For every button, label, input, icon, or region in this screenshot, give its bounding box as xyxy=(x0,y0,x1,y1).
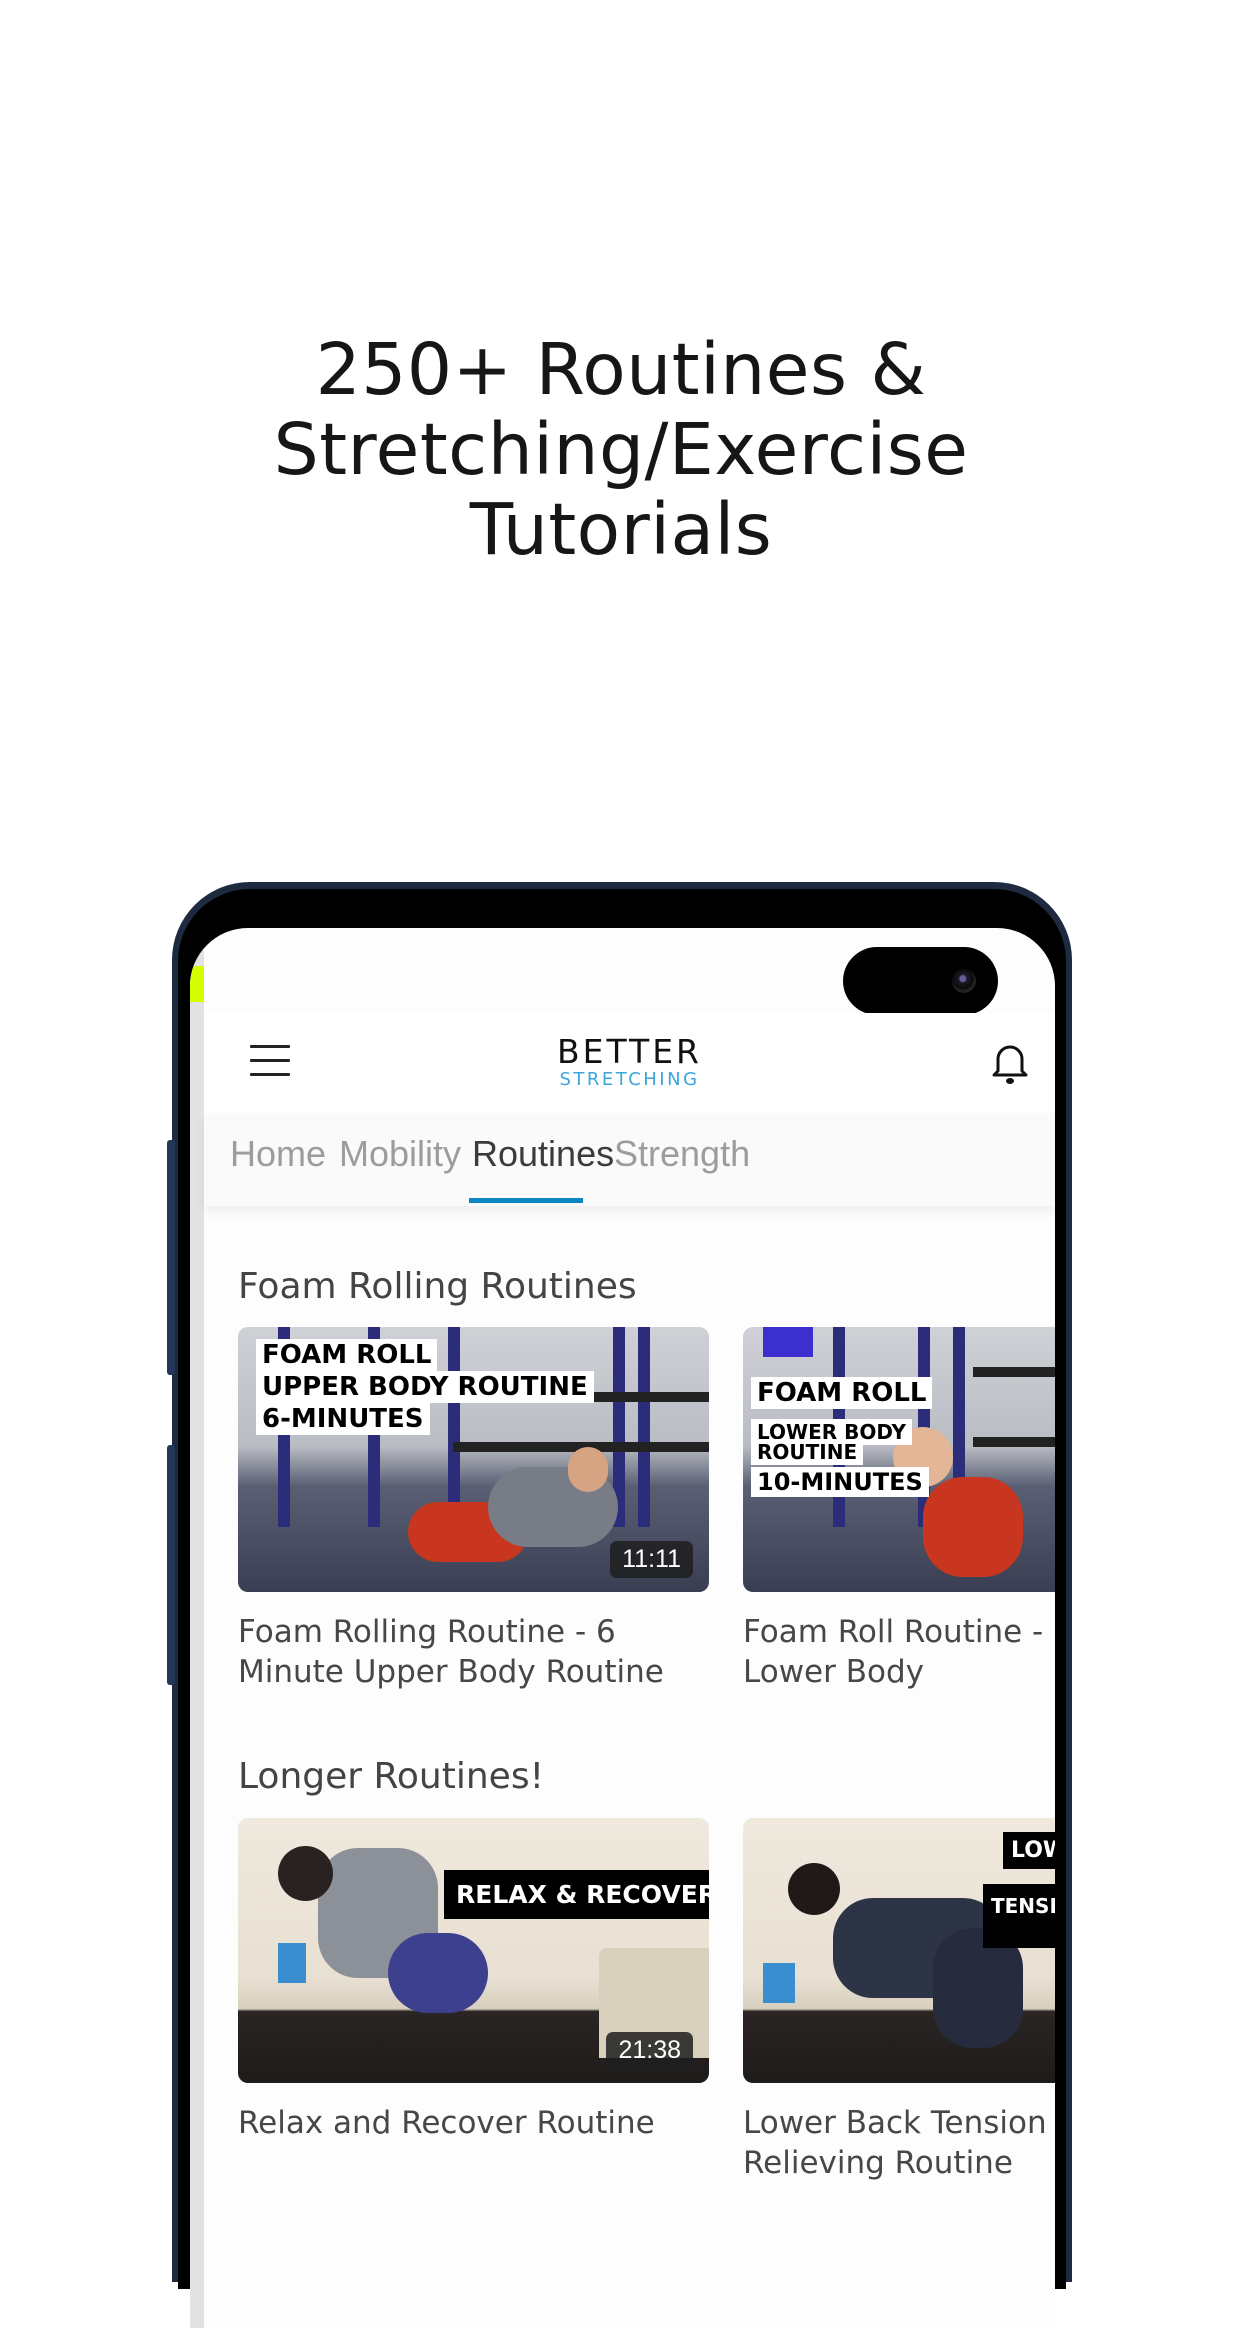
video-thumbnail[interactable]: RELAX & RECOVER 21:38 xyxy=(238,1818,709,2083)
camera-lens-icon xyxy=(952,969,976,993)
video-title: Foam Roll Routine - ( Lower Body xyxy=(743,1612,1055,1692)
headline-line-3: Tutorials xyxy=(469,488,773,571)
video-duration: 11:11 xyxy=(610,1541,693,1578)
thumbnail-caption: FOAM ROLL xyxy=(256,1339,438,1371)
video-thumbnail[interactable]: LOWE TENSIO xyxy=(743,1818,1055,2083)
video-title-line: Lower Body xyxy=(743,1654,924,1690)
video-title-line: Foam Rolling Routine - 6 xyxy=(238,1614,616,1650)
tab-routines[interactable]: Routines xyxy=(472,1133,614,1175)
video-duration: 21:38 xyxy=(606,2032,693,2069)
tab-mobility[interactable]: Mobility xyxy=(339,1133,461,1175)
headline-line-2: Stretching/Exercise xyxy=(273,408,969,491)
video-thumbnail[interactable]: FOAM ROLL UPPER BODY ROUTINE 6-MINUTES 1… xyxy=(238,1327,709,1592)
tab-strength[interactable]: Strength xyxy=(614,1133,750,1175)
video-title-line: Relax and Recover Routine xyxy=(238,2105,655,2141)
thumbnail-caption: RELAX & RECOVER xyxy=(444,1870,709,1919)
phone-side-button xyxy=(167,1445,175,1685)
thumbnail-caption: ROUTINE xyxy=(751,1439,864,1465)
active-tab-indicator xyxy=(469,1198,583,1203)
section-title: Foam Rolling Routines xyxy=(238,1266,637,1307)
video-title-line: Foam Roll Routine - ( xyxy=(743,1614,1055,1650)
promo-headline: 250+ Routines & Stretching/Exercise Tuto… xyxy=(0,330,1242,570)
tab-bar: Home Mobility Routines Strength xyxy=(204,1113,1055,1206)
tab-home[interactable]: Home xyxy=(230,1133,326,1175)
accent-corner xyxy=(190,966,204,1002)
app-header: BETTER STRETCHING xyxy=(204,1013,1055,1113)
phone-screen: BETTER STRETCHING Home Mobility Routines… xyxy=(190,928,1055,2328)
phone-right-frame xyxy=(1066,960,1072,2260)
app-logo: BETTER STRETCHING xyxy=(204,1035,1055,1091)
video-title-line: Relieving Routine xyxy=(743,2145,1013,2181)
thumbnail-caption: UPPER BODY ROUTINE xyxy=(256,1371,594,1403)
video-title: Relax and Recover Routine xyxy=(238,2103,709,2143)
bell-icon[interactable] xyxy=(990,1041,1030,1085)
video-title-line: Minute Upper Body Routine xyxy=(238,1654,664,1690)
video-title: Lower Back Tension Relieving Routine xyxy=(743,2103,1055,2183)
video-thumbnail[interactable]: FOAM ROLL LOWER BODY ROUTINE 10-MINUTES xyxy=(743,1327,1055,1592)
video-card[interactable]: FOAM ROLL UPPER BODY ROUTINE 6-MINUTES 1… xyxy=(238,1327,709,1692)
thumbnail-caption: LOWE xyxy=(1003,1832,1055,1869)
logo-text-top: BETTER xyxy=(556,1032,702,1071)
phone-side-button xyxy=(167,1140,175,1375)
video-title-line: Lower Back Tension xyxy=(743,2105,1047,2141)
thumbnail-caption: FOAM ROLL xyxy=(751,1377,933,1409)
headline-line-1: 250+ Routines & xyxy=(315,328,927,411)
thumbnail-caption: 6-MINUTES xyxy=(256,1403,430,1435)
video-card[interactable]: LOWE TENSIO Lower Back Tension Relieving… xyxy=(743,1818,1055,2183)
video-title: Foam Rolling Routine - 6 Minute Upper Bo… xyxy=(238,1612,709,1692)
logo-text-bottom: STRETCHING xyxy=(559,1069,700,1090)
screen-edge xyxy=(190,928,204,2328)
video-card[interactable]: FOAM ROLL LOWER BODY ROUTINE 10-MINUTES … xyxy=(743,1327,1055,1692)
section-title: Longer Routines! xyxy=(238,1756,545,1797)
video-card[interactable]: RELAX & RECOVER 21:38 Relax and Recover … xyxy=(238,1818,709,2143)
thumbnail-caption: 10-MINUTES xyxy=(751,1467,929,1497)
thumbnail-caption: TENSIO xyxy=(983,1884,1055,1948)
phone-right-bezel xyxy=(1055,960,1066,2260)
camera-cutout xyxy=(843,947,998,1015)
